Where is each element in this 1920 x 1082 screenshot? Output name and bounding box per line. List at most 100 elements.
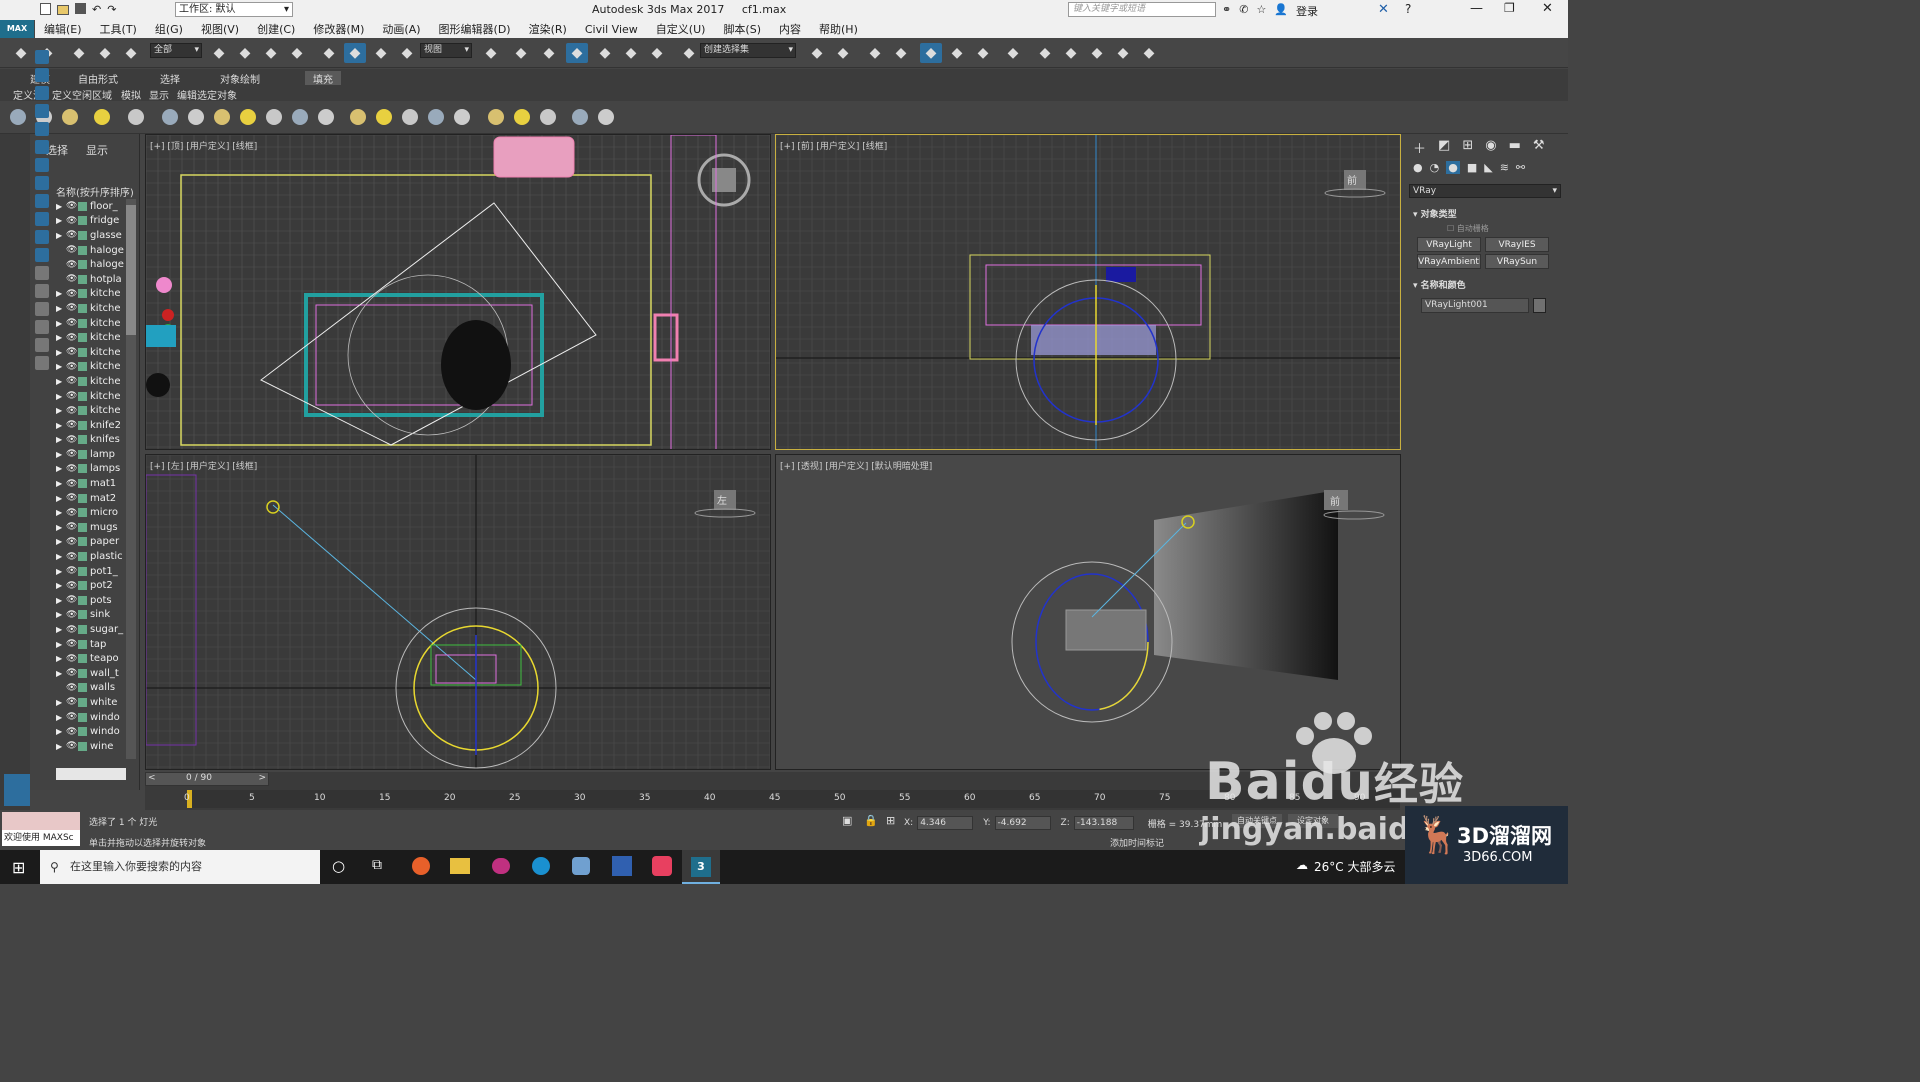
explorer-filter-icon[interactable] [35, 302, 49, 316]
taskbar-search[interactable]: ⚲ 在这里输入你要搜索的内容 [40, 850, 320, 884]
menu-item[interactable]: 动画(A) [373, 21, 429, 37]
explorer-list-item[interactable]: ▶ 👁 wine [56, 739, 126, 754]
viewport-layout-icon[interactable] [4, 774, 30, 806]
schematic-view-icon[interactable]: ◆ [972, 43, 994, 63]
menu-item[interactable]: 渲染(R) [520, 21, 576, 37]
explorer-filter-icon[interactable] [35, 158, 49, 172]
time-slider[interactable]: < 0 / 90 > [145, 772, 269, 786]
visibility-eye-icon[interactable]: 👁 [66, 625, 78, 635]
explorer-filter-icon[interactable] [35, 320, 49, 334]
explorer-filter-icon[interactable] [35, 248, 49, 262]
ribbon-subtab[interactable]: 模拟 [121, 87, 141, 102]
expand-arrow-icon[interactable]: ▶ [56, 362, 66, 371]
populate-tool-icon[interactable] [188, 109, 204, 125]
explorer-filter-icon[interactable] [35, 338, 49, 352]
populate-tool-icon[interactable] [428, 109, 444, 125]
select-object-icon[interactable]: ◆ [208, 43, 230, 63]
mirror-icon[interactable]: ◆ [806, 43, 828, 63]
explorer-list-item[interactable]: 👁 haloge [56, 257, 126, 272]
explorer-list-item[interactable]: ▶ 👁 kitche [56, 403, 126, 418]
expand-arrow-icon[interactable]: ▶ [56, 654, 66, 663]
manipulate-icon[interactable]: ◆ [510, 43, 532, 63]
expand-arrow-icon[interactable]: ▶ [56, 508, 66, 517]
tab-display[interactable]: 显示 [86, 142, 108, 158]
populate-tool-icon[interactable] [376, 109, 392, 125]
arnold-icon[interactable]: ◆ [1138, 43, 1160, 63]
explorer-list-item[interactable]: ▶ 👁 kitche [56, 301, 126, 316]
menu-item[interactable]: 组(G) [146, 21, 192, 37]
create-tab-icon[interactable]: ＋ [1413, 138, 1426, 157]
firefox-icon[interactable] [412, 857, 430, 875]
visibility-eye-icon[interactable]: 👁 [66, 610, 78, 620]
populate-tool-icon[interactable] [318, 109, 334, 125]
material-editor-icon[interactable]: ◆ [1002, 43, 1024, 63]
populate-tool-icon[interactable] [240, 109, 256, 125]
link-icon[interactable]: ◆ [68, 43, 90, 63]
expand-arrow-icon[interactable]: ▶ [56, 464, 66, 473]
explorer-list-item[interactable]: ▶ 👁 micro [56, 505, 126, 520]
save-file-icon[interactable] [75, 3, 86, 14]
explorer-list-item[interactable]: ▶ 👁 lamp [56, 447, 126, 462]
modify-tab-icon[interactable]: ◩ [1438, 138, 1450, 157]
lights-icon[interactable]: ● [1446, 161, 1460, 174]
ribbon-tab[interactable]: 对象绘制 [220, 71, 260, 86]
spinner-snap-icon[interactable]: ◆ [646, 43, 668, 63]
viewport-top-label[interactable]: [+] [顶] [用户定义] [线框] [150, 139, 257, 152]
3dsmax-taskbar-button[interactable]: 3 [682, 850, 720, 884]
place-icon[interactable]: ◆ [396, 43, 418, 63]
rotate-icon[interactable]: ◆ [344, 43, 366, 63]
menu-item[interactable]: 修改器(M) [304, 21, 373, 37]
visibility-eye-icon[interactable]: 👁 [66, 522, 78, 532]
expand-arrow-icon[interactable]: ▶ [56, 494, 66, 503]
populate-tool-icon[interactable] [454, 109, 470, 125]
expand-arrow-icon[interactable]: ▶ [56, 523, 66, 532]
vrayies-button[interactable]: VRayIES [1485, 237, 1549, 252]
visibility-eye-icon[interactable]: 👁 [66, 391, 78, 401]
tab-select[interactable]: 选择 [46, 142, 68, 158]
populate-tool-icon[interactable] [94, 109, 110, 125]
expand-arrow-icon[interactable]: ▶ [56, 537, 66, 546]
expand-arrow-icon[interactable]: ▶ [56, 377, 66, 386]
explorer-list-item[interactable]: ▶ 👁 fridge [56, 214, 126, 229]
undo-icon[interactable]: ↶ [92, 3, 101, 17]
visibility-eye-icon[interactable]: 👁 [66, 595, 78, 605]
utilities-tab-icon[interactable]: ⚒ [1533, 138, 1545, 157]
visibility-eye-icon[interactable]: 👁 [66, 245, 78, 255]
vrayambientlight-button[interactable]: VRayAmbientLight [1417, 254, 1481, 269]
helpers-icon[interactable]: ◣ [1484, 161, 1492, 174]
populate-tool-icon[interactable] [540, 109, 556, 125]
ribbon-tab[interactable]: 填充 [305, 71, 341, 86]
viewcube-perspective[interactable]: 前 [1330, 493, 1340, 508]
viewport-perspective-label[interactable]: [+] [透视] [用户定义] [默认明暗处理] [780, 459, 932, 472]
new-file-icon[interactable] [40, 3, 51, 15]
explorer-list-item[interactable]: ▶ 👁 glasse [56, 228, 126, 243]
shapes-icon[interactable]: ◔ [1430, 161, 1440, 174]
visibility-eye-icon[interactable]: 👁 [66, 581, 78, 591]
spacewarps-icon[interactable]: ≋ [1500, 161, 1509, 174]
visibility-eye-icon[interactable]: 👁 [66, 230, 78, 240]
explorer-filter-icon[interactable] [35, 284, 49, 298]
populate-tool-icon[interactable] [62, 109, 78, 125]
explorer-list-item[interactable]: ▶ 👁 wall_t [56, 666, 126, 681]
menu-item[interactable]: 内容 [770, 21, 810, 37]
populate-tool-icon[interactable] [266, 109, 282, 125]
visibility-eye-icon[interactable]: 👁 [66, 712, 78, 722]
ribbon-tab[interactable]: 选择 [160, 71, 180, 86]
expand-arrow-icon[interactable]: ▶ [56, 202, 66, 211]
explorer-list-item[interactable]: ▶ 👁 windo [56, 710, 126, 725]
visibility-eye-icon[interactable]: 👁 [66, 289, 78, 299]
populate-tool-icon[interactable] [162, 109, 178, 125]
viewcube-left[interactable]: 左 [717, 492, 727, 507]
select-by-name-icon[interactable]: ◆ [234, 43, 256, 63]
expand-arrow-icon[interactable]: ▶ [56, 552, 66, 561]
add-time-tag[interactable]: 添加时间标记 [1110, 836, 1164, 849]
visibility-eye-icon[interactable]: 👁 [66, 333, 78, 343]
scale-icon[interactable]: ◆ [370, 43, 392, 63]
expand-arrow-icon[interactable]: ▶ [56, 231, 66, 240]
explorer-list-item[interactable]: ▶ 👁 lamps [56, 462, 126, 477]
rect-selection-icon[interactable]: ◆ [260, 43, 282, 63]
explorer-list-item[interactable]: 👁 hotpla [56, 272, 126, 287]
maxscript-welcome[interactable]: 欢迎使用 MAXSc [2, 830, 80, 846]
object-name-field[interactable]: VRayLight001 [1421, 298, 1529, 313]
weather-widget[interactable]: ☁ 26°C 大部多云 [1296, 858, 1395, 875]
